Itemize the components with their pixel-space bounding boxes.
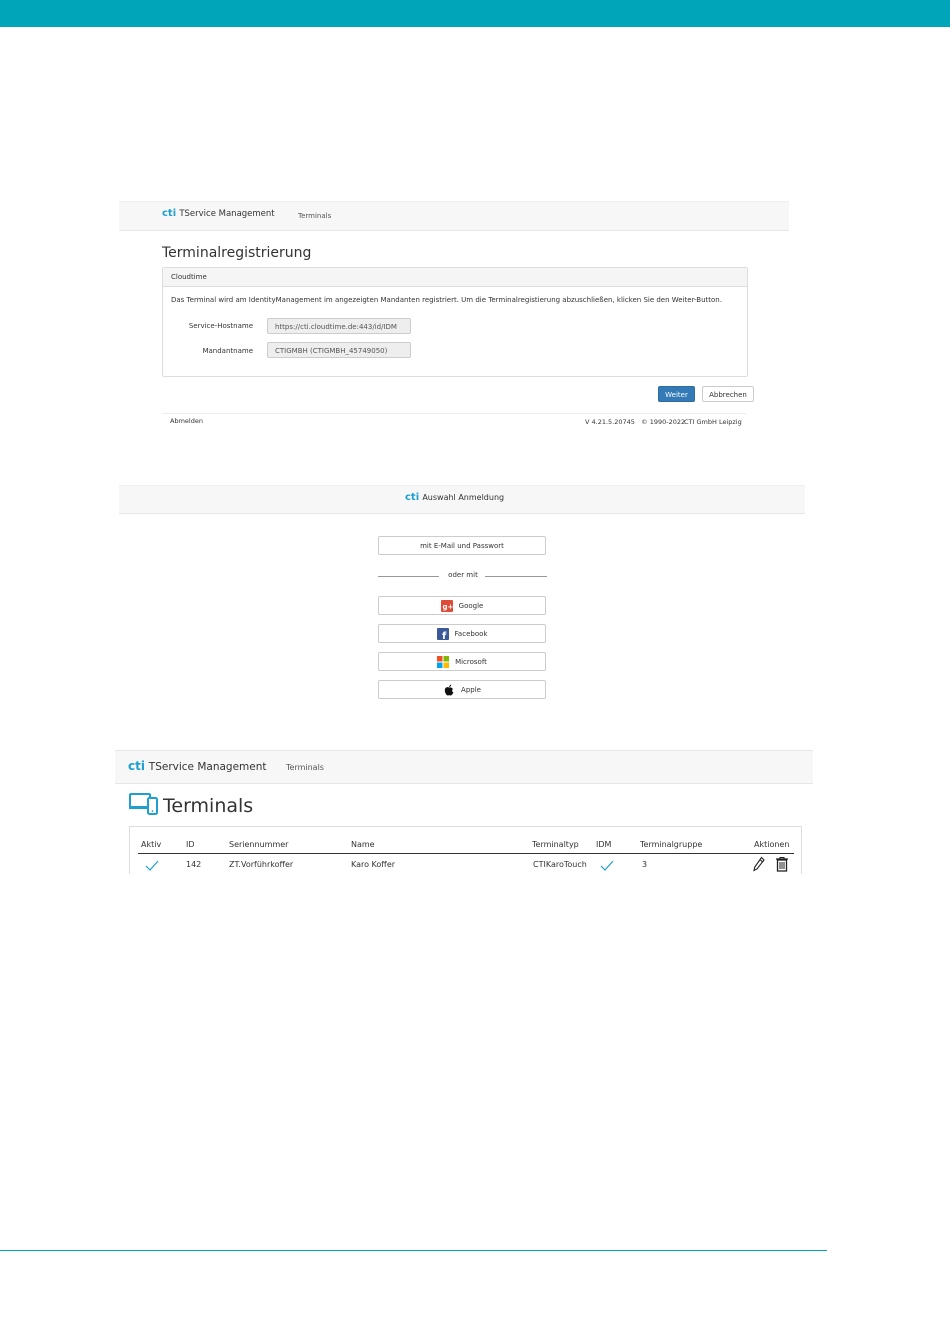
cti-logo: cti [162,208,177,219]
brand-link[interactable]: cti TService Management [128,759,267,773]
cell-type: CTIKaroTouch [533,860,587,869]
active-check-icon [145,858,159,872]
facebook-login-button[interactable]: f Facebook [378,624,546,643]
cell-group: 3 [642,860,648,869]
divider-line-left [378,576,439,577]
version-text: V 4.21.5.20745 © 1990-2022 [585,418,686,426]
nav-link-terminals[interactable]: Terminals [286,763,324,772]
navbar-terminals: cti TService Management Terminals [115,750,813,784]
facebook-icon: f [436,627,449,642]
registration-panel: Cloudtime Das Terminal wird am IdentityM… [162,267,748,377]
terminals-title: Terminals [163,795,254,817]
panel-heading: Cloudtime [163,268,747,287]
microsoft-label: Microsoft [455,657,487,666]
top-accent-bar [0,0,950,27]
edit-pencil-icon[interactable] [752,856,766,872]
footer-divider [162,413,746,414]
brand-name: TService Management [179,209,275,219]
cell-id: 142 [186,860,202,869]
brand-link[interactable]: cti TService Management [162,208,275,219]
apple-login-button[interactable]: Apple [378,680,546,699]
logout-link[interactable]: Abmelden [170,417,203,425]
navbar-login-choice: cti Auswahl Anmeldung [119,485,805,514]
bottom-accent-rule [0,1250,827,1251]
login-brand: cti Auswahl Anmeldung [405,492,504,503]
svg-text:g+: g+ [442,603,453,611]
mandant-field[interactable]: CTIGMBH (CTIGMBH_45749050) [267,342,411,358]
col-header-aktiv[interactable]: Aktiv [141,840,161,849]
col-header-terminalgruppe[interactable]: Terminalgruppe [640,840,702,849]
col-header-seriennummer[interactable]: Seriennummer [229,840,288,849]
divider-text: oder mit [448,571,478,579]
cell-name: Karo Koffer [351,860,396,869]
idm-check-icon [600,858,614,872]
email-password-button[interactable]: mit E-Mail und Passwort [378,536,546,555]
cancel-button[interactable]: Abbrechen [702,386,754,402]
navbar-registration: cti TService Management Terminals [119,201,789,231]
company-link[interactable]: CTI GmbH Leipzig [684,418,742,426]
mandant-label: Mandantname [202,347,253,355]
email-button-label: mit E-Mail und Passwort [420,541,504,550]
microsoft-icon [437,655,450,668]
page-title: Terminalregistrierung [162,245,312,261]
next-button[interactable]: Weiter [658,386,695,402]
google-plus-icon: g+ [440,599,453,612]
svg-text:f: f [442,631,447,640]
table-header-rule [138,853,794,854]
google-login-button[interactable]: g+ Google [378,596,546,615]
devices-icon [129,792,159,816]
delete-trash-icon[interactable] [775,856,789,872]
nav-link-terminals[interactable]: Terminals [298,212,331,220]
login-choice-title: Auswahl Anmeldung [422,493,505,502]
cell-serial: ZT.Vorführkoffer [229,860,294,869]
divider-line-right [485,576,547,577]
cti-logo: cti [128,759,145,773]
microsoft-login-button[interactable]: Microsoft [378,652,546,671]
facebook-label: Facebook [454,629,488,638]
apple-icon [443,684,455,696]
apple-label: Apple [461,685,481,694]
col-header-terminaltyp[interactable]: Terminaltyp [532,840,579,849]
service-hostname-label: Service-Hostname [188,322,253,330]
col-header-id[interactable]: ID [186,840,195,849]
service-hostname-field[interactable]: https://cti.cloudtime.de:443/id/IDM [267,318,411,334]
col-header-idm[interactable]: IDM [596,840,611,849]
brand-name: TService Management [148,761,267,773]
col-header-aktionen: Aktionen [754,840,790,849]
cti-logo: cti [405,492,420,503]
google-label: Google [458,601,484,610]
registration-description: Das Terminal wird am IdentityManagement … [171,296,722,304]
col-header-name[interactable]: Name [351,840,375,849]
